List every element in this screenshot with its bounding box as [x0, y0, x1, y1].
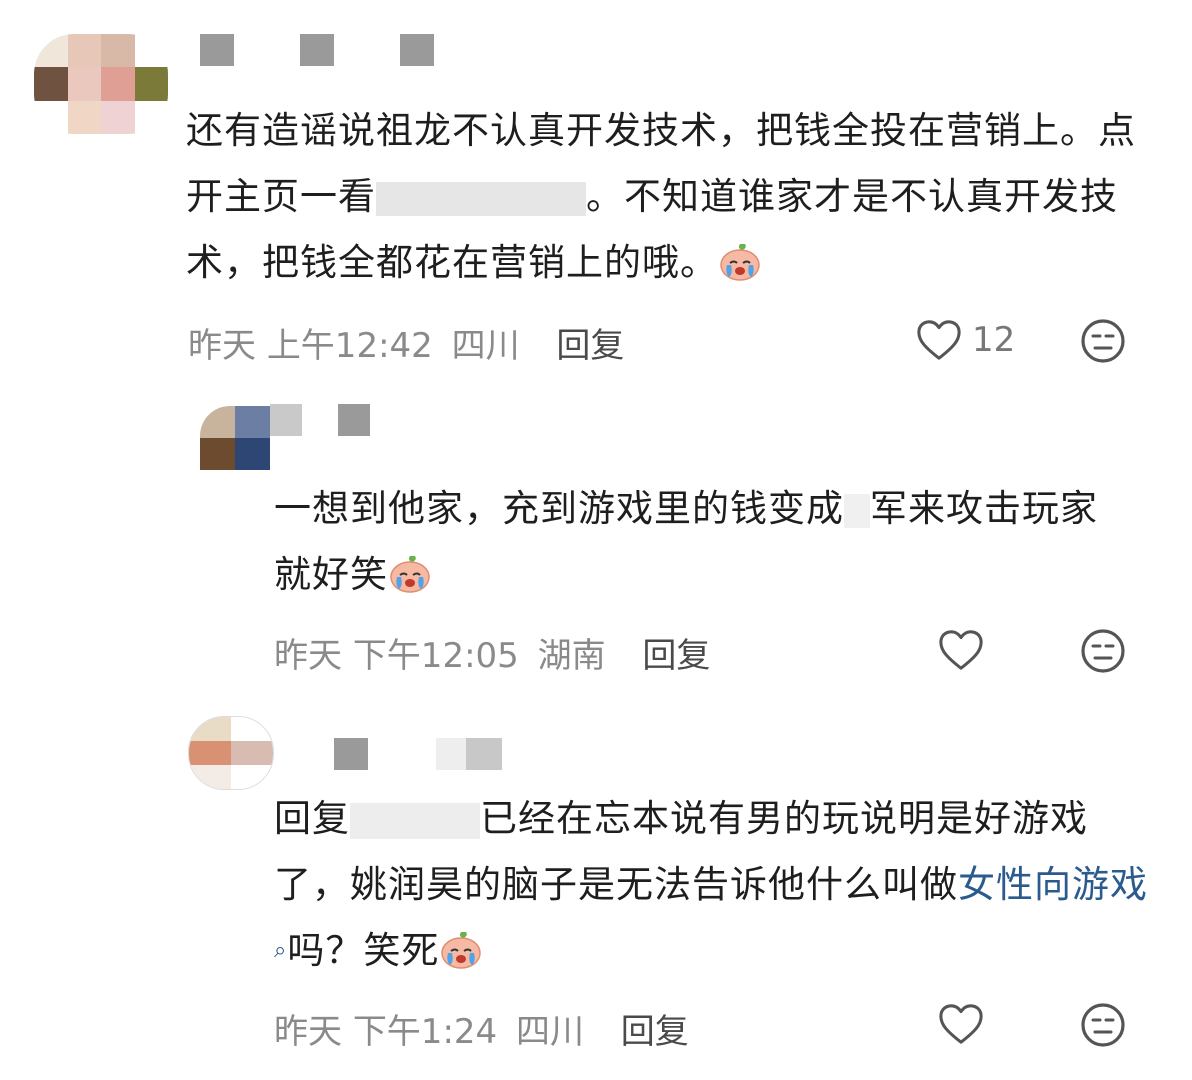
location: 四川 — [515, 1012, 584, 1052]
like-button[interactable]: 12 — [916, 318, 1015, 362]
date: 昨天 — [188, 326, 256, 366]
date: 昨天 — [274, 1012, 342, 1052]
date: 昨天 — [274, 636, 342, 676]
crying-face-icon — [388, 553, 432, 593]
time: 下午1:24 — [352, 1012, 498, 1052]
redacted-text — [376, 181, 586, 216]
avatar[interactable] — [200, 406, 270, 470]
dislike-icon[interactable] — [1080, 1002, 1126, 1048]
reply-button[interactable]: 回复 — [556, 326, 624, 366]
comment-text-end: 吗？笑死 — [287, 929, 440, 972]
location: 湖南 — [537, 636, 606, 676]
dislike-icon[interactable] — [1080, 318, 1126, 364]
comment-meta: 昨天 下午1:24 四川 回复 — [274, 1004, 689, 1053]
comment-meta: 昨天 上午12:42 四川 回复 — [188, 318, 624, 367]
avatar[interactable] — [34, 34, 168, 134]
username-masked[interactable] — [270, 404, 370, 436]
username-masked[interactable] — [334, 738, 502, 770]
search-link[interactable]: 女性向游戏 — [958, 863, 1148, 906]
comment-text: 还有造谣说祖龙不认真开发技术，把钱全投在营销上。点开主页一看 。不知道谁家才是不认… — [186, 98, 1146, 296]
crying-face-icon — [718, 241, 762, 281]
dislike-icon[interactable] — [1080, 628, 1126, 674]
reply-button[interactable]: 回复 — [621, 1012, 689, 1052]
location: 四川 — [451, 326, 520, 366]
avatar[interactable] — [188, 716, 274, 790]
redacted-mention[interactable] — [350, 802, 480, 839]
crying-face-icon — [439, 929, 483, 969]
like-button[interactable] — [938, 1002, 984, 1046]
username-masked[interactable] — [200, 34, 434, 66]
time: 下午12:05 — [352, 636, 519, 676]
time: 上午12:42 — [266, 326, 433, 366]
reply-button[interactable]: 回复 — [642, 636, 710, 676]
comment-text: 回复 已经在忘本说有男的玩说明是好游戏了，姚润昊的脑子是无法告诉他什么叫做女性向游… — [274, 786, 1154, 984]
comment-meta: 昨天 下午12:05 湖南 回复 — [274, 628, 710, 677]
heart-icon — [938, 628, 984, 672]
like-button[interactable] — [938, 628, 984, 672]
comment-text: 一想到他家，充到游戏里的钱变成 军来攻击玩家就好笑 — [274, 476, 1134, 608]
redacted-text — [844, 493, 870, 528]
like-count: 12 — [972, 320, 1016, 360]
comment-text-start: 一想到他家，充到游戏里的钱变成 — [274, 487, 844, 530]
search-link-icon[interactable]: ⌕ — [274, 938, 287, 963]
heart-icon — [938, 1002, 984, 1046]
reply-prefix: 回复 — [274, 797, 350, 840]
heart-icon — [916, 318, 962, 362]
